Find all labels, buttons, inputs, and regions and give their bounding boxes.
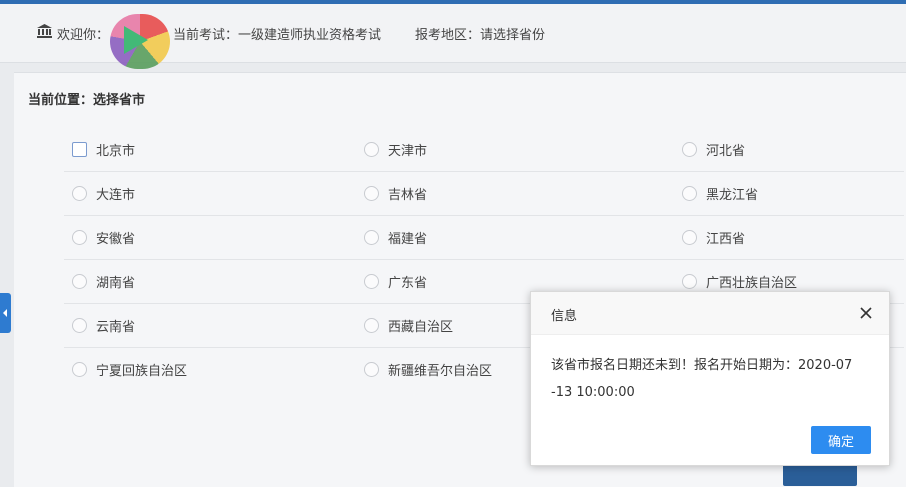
- province-option[interactable]: 北京市: [72, 140, 135, 159]
- close-icon[interactable]: [858, 305, 874, 321]
- radio-icon[interactable]: [72, 318, 87, 333]
- province-option[interactable]: 云南省: [72, 316, 135, 335]
- province-label: 天津市: [388, 144, 428, 159]
- radio-icon[interactable]: [72, 362, 87, 377]
- header-bar: 欢迎你： 当前考试：一级建造师执业资格考试 报考地区：请选择省份: [0, 4, 906, 69]
- radio-icon[interactable]: [682, 274, 697, 289]
- current-exam-text: 当前考试：一级建造师执业资格考试: [173, 28, 382, 43]
- province-option[interactable]: 宁夏回族自治区: [72, 360, 187, 379]
- province-label: 大连市: [96, 188, 136, 203]
- province-option[interactable]: 广西壮族自治区: [682, 272, 797, 291]
- province-label: 西藏自治区: [388, 320, 454, 335]
- province-row: 安徽省 福建省 江西省: [64, 216, 904, 260]
- info-dialog: 信息 该省市报名日期还未到！报名开始日期为：2020-07 -13 10:00:…: [530, 291, 890, 466]
- region-text: 报考地区：请选择省份: [415, 28, 546, 43]
- radio-icon[interactable]: [364, 318, 379, 333]
- province-option[interactable]: 吉林省: [364, 184, 427, 203]
- dialog-message-line: 该省市报名日期还未到！报名开始日期为：2020-07: [551, 358, 853, 373]
- radio-icon[interactable]: [364, 186, 379, 201]
- sidebar-toggle[interactable]: [0, 293, 11, 333]
- province-label: 广东省: [388, 276, 428, 291]
- radio-icon[interactable]: [364, 230, 379, 245]
- province-option[interactable]: 江西省: [682, 228, 745, 247]
- province-option[interactable]: 湖南省: [72, 272, 135, 291]
- province-option[interactable]: 新疆维吾尔自治区: [364, 360, 492, 379]
- dialog-message-line: -13 10:00:00: [551, 385, 635, 400]
- radio-icon[interactable]: [72, 142, 87, 157]
- radio-icon[interactable]: [72, 186, 87, 201]
- province-label: 安徽省: [96, 232, 136, 247]
- bank-icon: [37, 24, 52, 38]
- radio-icon[interactable]: [682, 230, 697, 245]
- province-row: 大连市 吉林省 黑龙江省: [64, 172, 904, 216]
- province-option[interactable]: 广东省: [364, 272, 427, 291]
- province-row: 北京市 天津市 河北省: [64, 128, 904, 172]
- province-label: 新疆维吾尔自治区: [388, 364, 493, 379]
- province-option[interactable]: 西藏自治区: [364, 316, 453, 335]
- province-option[interactable]: 安徽省: [72, 228, 135, 247]
- province-label: 黑龙江省: [706, 188, 759, 203]
- welcome-text: 欢迎你：: [57, 28, 110, 43]
- avatar: [110, 14, 170, 69]
- province-option[interactable]: 黑龙江省: [682, 184, 758, 203]
- province-label: 福建省: [388, 232, 428, 247]
- breadcrumb: 当前位置：选择省市: [28, 93, 146, 108]
- radio-icon[interactable]: [364, 142, 379, 157]
- province-label: 江西省: [706, 232, 746, 247]
- province-label: 北京市: [96, 144, 136, 159]
- dialog-header: 信息: [531, 292, 889, 335]
- province-option[interactable]: 福建省: [364, 228, 427, 247]
- radio-icon[interactable]: [682, 142, 697, 157]
- province-label: 河北省: [706, 144, 746, 159]
- radio-icon[interactable]: [72, 274, 87, 289]
- province-label: 宁夏回族自治区: [96, 364, 188, 379]
- province-label: 广西壮族自治区: [706, 276, 798, 291]
- province-option[interactable]: 大连市: [72, 184, 135, 203]
- ok-button[interactable]: 确定: [811, 426, 871, 454]
- province-label: 云南省: [96, 320, 136, 335]
- province-option[interactable]: 河北省: [682, 140, 745, 159]
- dialog-title: 信息: [551, 309, 578, 324]
- province-label: 湖南省: [96, 276, 136, 291]
- radio-icon[interactable]: [682, 186, 697, 201]
- province-label: 吉林省: [388, 188, 428, 203]
- province-option[interactable]: 天津市: [364, 140, 427, 159]
- radio-icon[interactable]: [72, 230, 87, 245]
- radio-icon[interactable]: [364, 362, 379, 377]
- dialog-message: 该省市报名日期还未到！报名开始日期为：2020-07 -13 10:00:00: [551, 352, 876, 406]
- radio-icon[interactable]: [364, 274, 379, 289]
